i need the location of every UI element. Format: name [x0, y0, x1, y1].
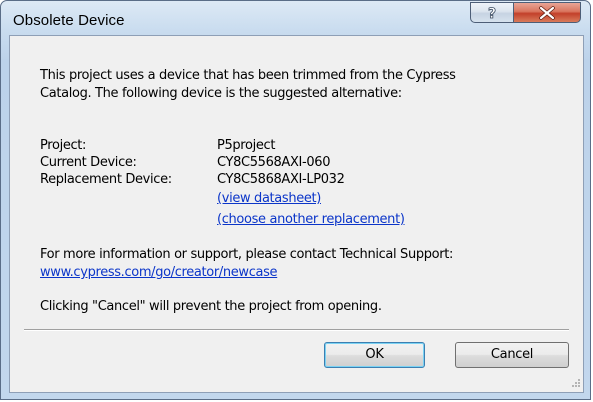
title-bar[interactable]: Obsolete Device ? [1, 1, 590, 35]
close-button[interactable] [513, 2, 581, 23]
current-device-value: CY8C5568AXI-060 [217, 155, 331, 170]
support-link[interactable]: www.cypress.com/go/creator/newcase [40, 265, 278, 281]
project-label: Project: [40, 138, 87, 153]
cancel-button[interactable]: Cancel [455, 342, 569, 368]
intro-text-line2: Catalog. The following device is the sug… [40, 86, 402, 101]
resize-grip-icon[interactable] [569, 378, 581, 390]
dialog-body: This project uses a device that has been… [9, 35, 584, 393]
svg-text:?: ? [488, 6, 496, 22]
current-device-label: Current Device: [40, 155, 137, 170]
ok-button[interactable]: OK [324, 342, 425, 368]
divider [24, 329, 569, 331]
view-datasheet-link[interactable]: (view datasheet) [217, 191, 321, 207]
replacement-device-label: Replacement Device: [40, 172, 172, 187]
replacement-device-value: CY8C5868AXI-LP032 [217, 172, 345, 187]
cancel-note: Clicking "Cancel" will prevent the proje… [40, 299, 382, 314]
close-icon [539, 6, 555, 20]
window-title: Obsolete Device [13, 12, 125, 29]
support-text: For more information or support, please … [40, 247, 454, 262]
obsolete-device-dialog: Obsolete Device ? This project uses a de… [0, 0, 591, 400]
project-value: P5project [217, 138, 276, 153]
intro-text-line1: This project uses a device that has been… [40, 68, 456, 83]
help-icon: ? [488, 6, 497, 22]
choose-replacement-link[interactable]: (choose another replacement) [217, 212, 405, 228]
help-button[interactable]: ? [470, 2, 514, 23]
